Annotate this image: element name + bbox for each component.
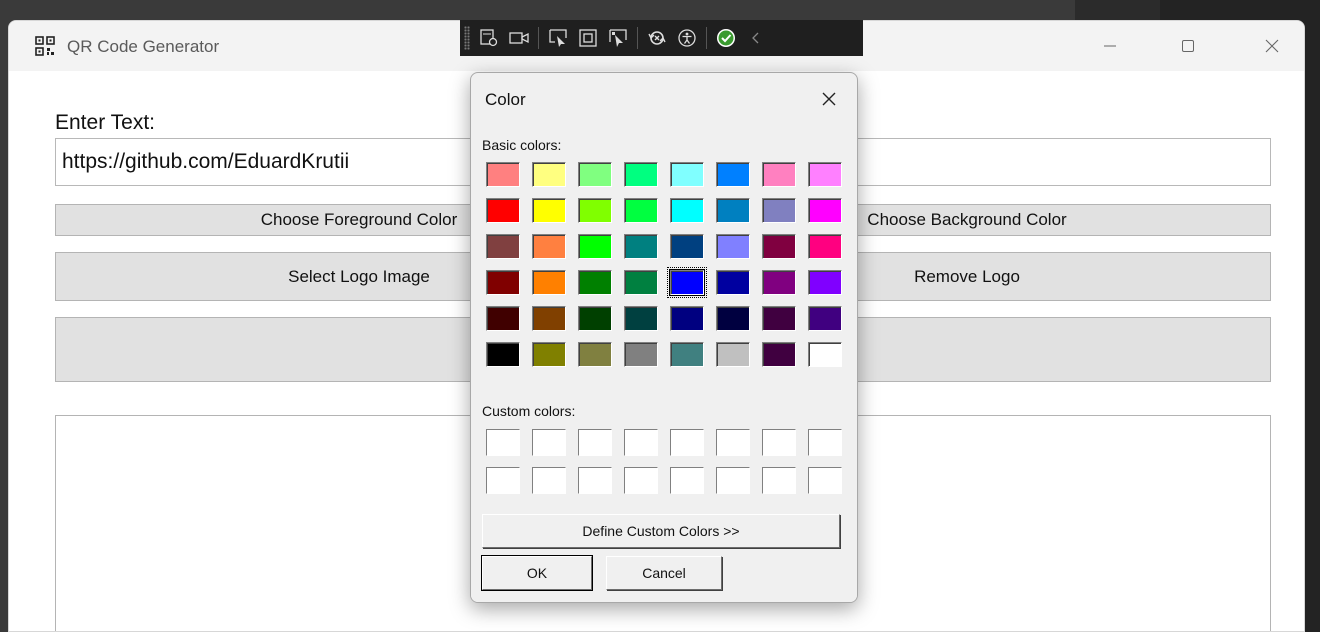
toolbar-separator (538, 27, 539, 49)
track-focus-icon[interactable] (603, 24, 633, 52)
basic-color-swatch[interactable] (486, 198, 520, 223)
basic-color-swatch[interactable] (532, 198, 566, 223)
custom-color-swatch[interactable] (624, 467, 658, 494)
status-ok-icon[interactable] (711, 24, 741, 52)
basic-color-swatch[interactable] (670, 342, 704, 367)
basic-color-swatch[interactable] (578, 270, 612, 295)
basic-color-swatch[interactable] (762, 198, 796, 223)
custom-color-swatch[interactable] (716, 467, 750, 494)
custom-colors-label: Custom colors: (482, 403, 576, 419)
close-icon (1265, 39, 1279, 53)
basic-colors-label: Basic colors: (482, 137, 562, 153)
custom-color-swatch[interactable] (624, 429, 658, 456)
ok-button[interactable]: OK (481, 555, 593, 591)
hot-reload-icon[interactable] (642, 24, 672, 52)
close-icon (822, 92, 836, 106)
color-dialog: Color Basic colors: Custom colors: Defin… (470, 72, 858, 603)
basic-color-swatch[interactable] (762, 306, 796, 331)
basic-color-swatch[interactable] (578, 306, 612, 331)
custom-color-swatch[interactable] (670, 467, 704, 494)
basic-color-swatch[interactable] (716, 306, 750, 331)
custom-color-swatch[interactable] (532, 429, 566, 456)
basic-colors-grid (486, 162, 842, 367)
basic-color-swatch[interactable] (808, 162, 842, 187)
basic-color-swatch[interactable] (716, 270, 750, 295)
select-element-icon[interactable] (474, 24, 504, 52)
maximize-button[interactable] (1165, 29, 1211, 63)
custom-color-swatch[interactable] (716, 429, 750, 456)
basic-color-swatch[interactable] (762, 162, 796, 187)
basic-color-swatch[interactable] (670, 162, 704, 187)
basic-color-swatch[interactable] (532, 234, 566, 259)
basic-color-swatch[interactable] (578, 234, 612, 259)
toolbar-grip[interactable] (464, 26, 470, 50)
basic-color-swatch[interactable] (716, 342, 750, 367)
maximize-icon (1182, 40, 1194, 52)
basic-color-swatch[interactable] (532, 270, 566, 295)
toolbar-separator (637, 27, 638, 49)
basic-color-swatch[interactable] (808, 234, 842, 259)
custom-colors-grid (486, 429, 842, 494)
basic-color-swatch[interactable] (486, 306, 520, 331)
record-video-icon[interactable] (504, 24, 534, 52)
basic-color-swatch[interactable] (486, 234, 520, 259)
basic-color-swatch[interactable] (670, 306, 704, 331)
qr-app-icon (35, 36, 55, 56)
cancel-button[interactable]: Cancel (606, 556, 722, 590)
minimize-icon (1104, 45, 1116, 47)
toolbar-separator (706, 27, 707, 49)
basic-color-swatch[interactable] (486, 162, 520, 187)
window-title: QR Code Generator (67, 37, 220, 56)
basic-color-swatch[interactable] (624, 306, 658, 331)
basic-color-swatch[interactable] (670, 234, 704, 259)
basic-color-swatch[interactable] (624, 342, 658, 367)
basic-color-swatch[interactable] (532, 306, 566, 331)
define-custom-colors-button[interactable]: Define Custom Colors >> (482, 514, 840, 548)
basic-color-swatch[interactable] (486, 342, 520, 367)
custom-color-swatch[interactable] (762, 429, 796, 456)
basic-color-swatch[interactable] (578, 198, 612, 223)
basic-color-swatch[interactable] (808, 342, 842, 367)
basic-color-swatch[interactable] (624, 162, 658, 187)
basic-color-swatch[interactable] (624, 198, 658, 223)
close-button[interactable] (1249, 29, 1295, 63)
basic-color-swatch[interactable] (532, 342, 566, 367)
custom-color-swatch[interactable] (532, 467, 566, 494)
basic-color-swatch[interactable] (486, 270, 520, 295)
basic-color-swatch[interactable] (716, 198, 750, 223)
basic-color-swatch[interactable] (716, 162, 750, 187)
basic-color-swatch[interactable] (624, 270, 658, 295)
custom-color-swatch[interactable] (578, 429, 612, 456)
basic-color-swatch[interactable] (670, 198, 704, 223)
custom-color-swatch[interactable] (578, 467, 612, 494)
dialog-title: Color (485, 90, 526, 109)
custom-color-swatch[interactable] (808, 467, 842, 494)
accessibility-icon[interactable] (672, 24, 702, 52)
collapse-chevron-icon[interactable] (741, 24, 771, 52)
custom-color-swatch[interactable] (762, 467, 796, 494)
basic-color-swatch[interactable] (667, 267, 707, 298)
basic-color-swatch[interactable] (716, 234, 750, 259)
enter-text-label: Enter Text: (55, 111, 155, 134)
basic-color-swatch[interactable] (578, 342, 612, 367)
xaml-debug-toolbar (460, 20, 863, 56)
custom-color-swatch[interactable] (808, 429, 842, 456)
custom-color-swatch[interactable] (486, 467, 520, 494)
basic-color-swatch[interactable] (578, 162, 612, 187)
basic-color-swatch[interactable] (808, 198, 842, 223)
basic-color-swatch[interactable] (808, 306, 842, 331)
custom-color-swatch[interactable] (486, 429, 520, 456)
basic-color-swatch[interactable] (532, 162, 566, 187)
pointer-select-icon[interactable] (543, 24, 573, 52)
dialog-close-button[interactable] (817, 87, 841, 111)
basic-color-swatch[interactable] (808, 270, 842, 295)
basic-color-swatch[interactable] (762, 270, 796, 295)
basic-color-swatch[interactable] (762, 342, 796, 367)
basic-color-swatch[interactable] (762, 234, 796, 259)
basic-color-swatch[interactable] (624, 234, 658, 259)
minimize-button[interactable] (1087, 29, 1133, 63)
custom-color-swatch[interactable] (670, 429, 704, 456)
frame-select-icon[interactable] (573, 24, 603, 52)
